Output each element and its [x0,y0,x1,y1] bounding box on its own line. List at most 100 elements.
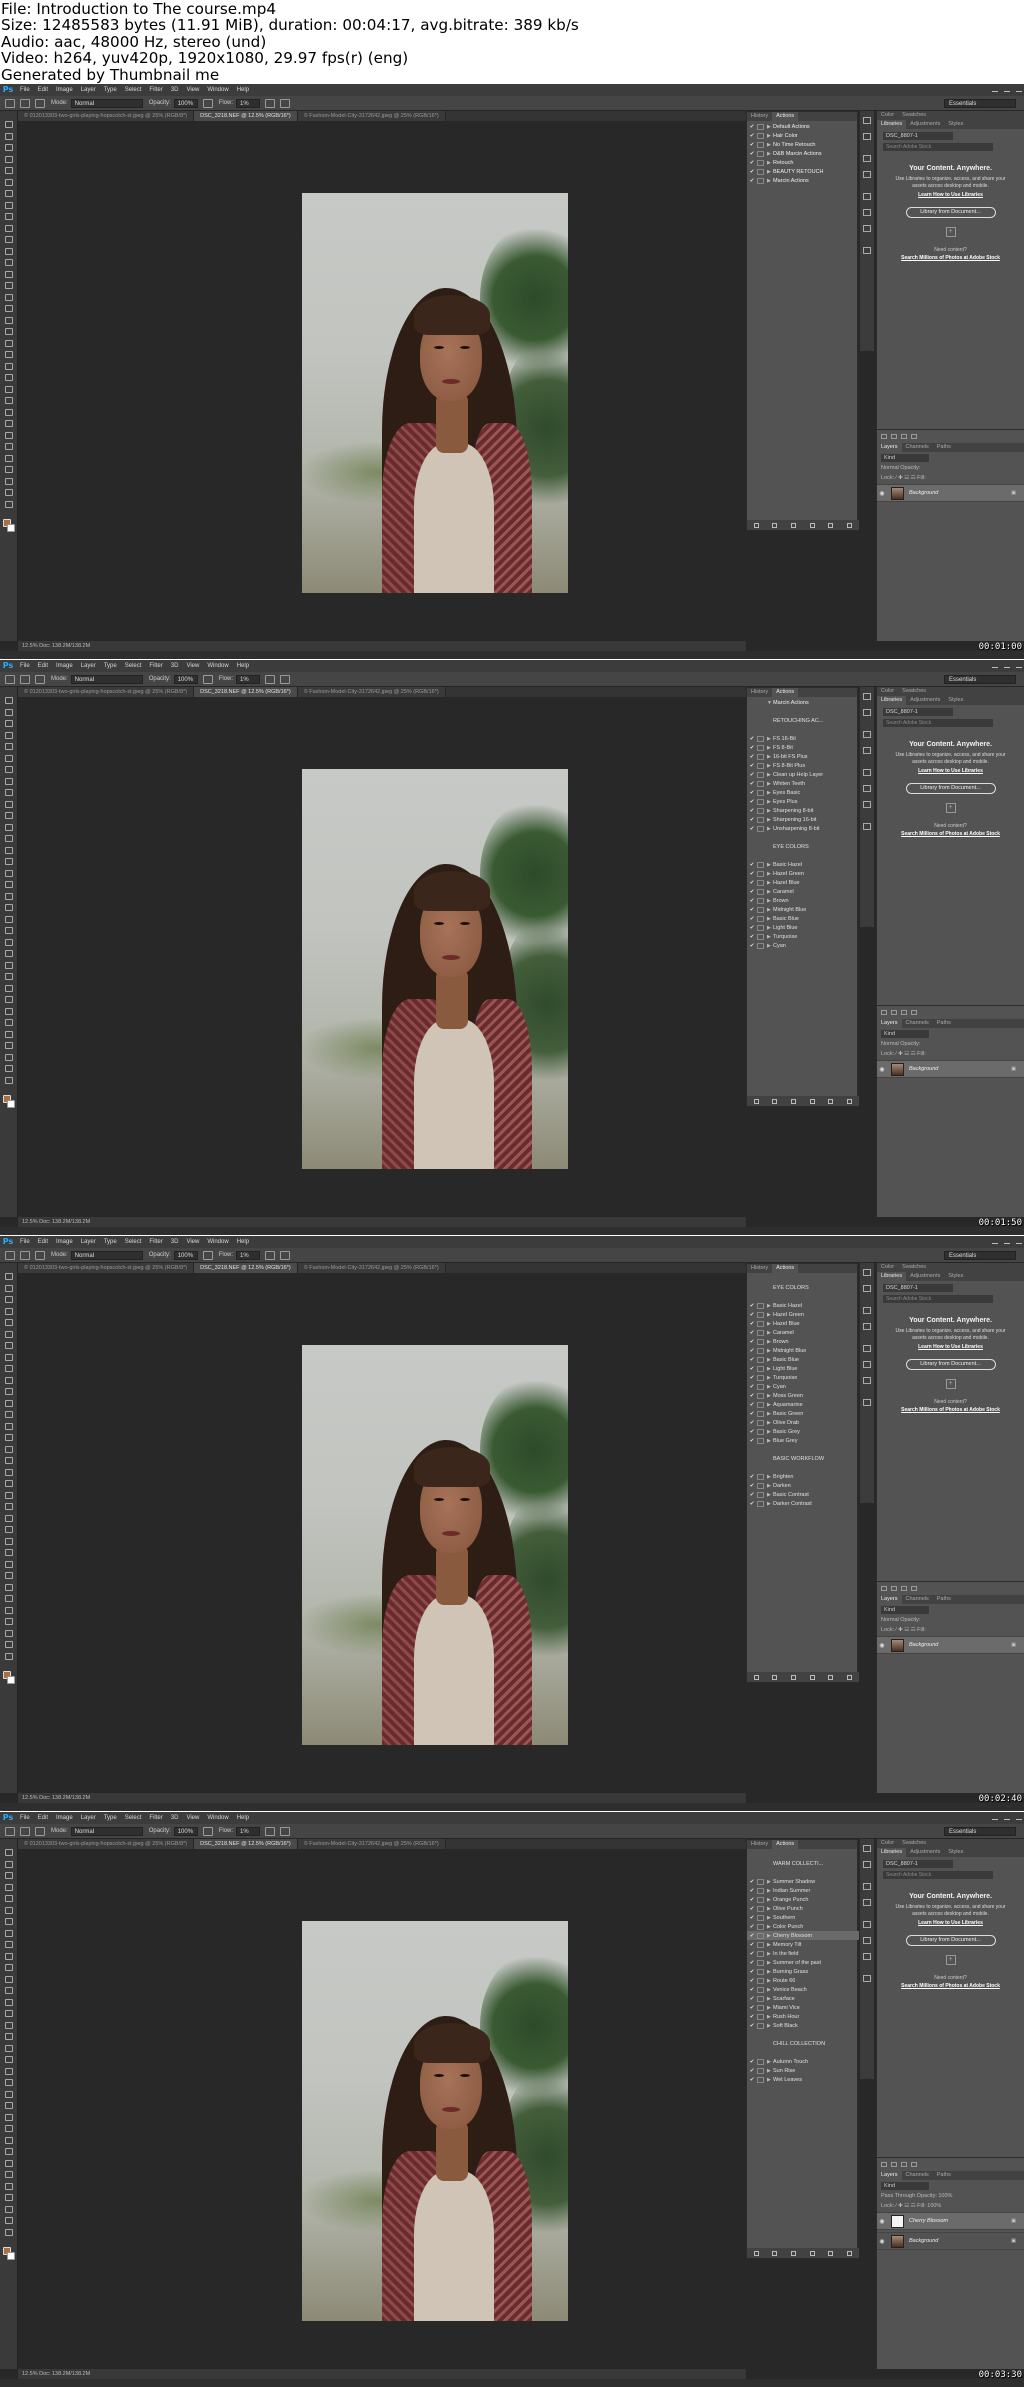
dialog-toggle-icon[interactable] [757,861,764,868]
record-icon[interactable] [772,2250,778,2256]
library-from-document-button[interactable]: Library from Document... [905,207,996,218]
tool-icon[interactable] [5,1019,13,1026]
action-row[interactable]: EYE COLORS [747,1283,859,1292]
pressure-opacity-icon[interactable] [202,1826,213,1836]
tool-icon[interactable] [5,1342,13,1349]
background-color-swatch[interactable] [7,1100,15,1108]
tool-icon[interactable] [5,800,13,808]
tool-icon[interactable] [5,1987,13,1994]
dialog-toggle-icon[interactable] [757,1923,764,1930]
tool-icon[interactable] [5,167,13,174]
action-row[interactable] [747,1868,859,1877]
dialog-toggle-icon[interactable] [757,1968,764,1975]
dialog-toggle-icon[interactable] [757,1896,764,1903]
new-action-icon[interactable] [828,522,834,528]
tool-icon[interactable] [5,443,13,450]
stock-search-input[interactable]: Search Adobe Stock [883,1871,993,1879]
portrait-photo[interactable] [302,769,568,1169]
dialog-toggle-icon[interactable] [757,2022,764,2029]
action-row[interactable] [747,833,859,842]
tool-icon[interactable] [5,2021,13,2029]
action-checkmark-icon[interactable]: ✔ [747,1960,757,1966]
action-row[interactable]: ✔ ▶ Midnight Blue [747,905,859,914]
info-icon[interactable] [863,171,871,178]
tool-icon[interactable] [5,892,13,900]
paragraph-icon[interactable] [863,1921,871,1928]
tool-icon[interactable] [5,1514,13,1522]
tab-adjustments[interactable]: Adjustments [906,696,944,705]
tab-dsc-3218[interactable]: DSC_3218.NEF @ 12.5% (RGB/16*) [194,111,298,121]
dialog-toggle-icon[interactable] [757,924,764,931]
tool-icon[interactable] [5,1273,13,1280]
cc-learn-link[interactable]: Learn How to Use Libraries [877,1920,1024,1926]
close-icon[interactable] [1016,662,1022,668]
properties-icon[interactable] [863,731,871,738]
tab-libraries[interactable]: Libraries [877,696,907,705]
tool-icon[interactable] [5,927,13,934]
action-row[interactable]: ✔ ▶ Cyan [747,1382,859,1391]
tool-icon[interactable] [5,812,13,819]
tool-icon[interactable] [5,420,13,427]
tool-icon[interactable] [5,2056,13,2063]
tool-icon[interactable] [5,973,13,980]
dialog-toggle-icon[interactable] [757,168,764,175]
add-content-icon[interactable]: + [945,1955,956,1965]
close-icon[interactable] [1016,1814,1022,1820]
stock-search-input[interactable]: Search Adobe Stock [883,719,993,727]
action-checkmark-icon[interactable]: ✔ [747,1951,757,1957]
adobe-stock-link[interactable]: Search Millions of Photos at Adobe Stock [877,255,1024,261]
new-set-icon[interactable] [809,2250,815,2256]
visibility-eye-icon[interactable]: ◉ [877,2218,887,2225]
tool-icon[interactable] [5,2079,13,2086]
tab-adjustments[interactable]: Adjustments [906,1272,944,1281]
tool-icon[interactable] [5,1468,13,1476]
dialog-toggle-icon[interactable] [757,915,764,922]
tab-styles[interactable]: Styles [944,1272,967,1281]
dialog-toggle-icon[interactable] [757,1887,764,1894]
action-row[interactable]: ✔ ▶ FS 8-Bit Plus [747,761,859,770]
action-checkmark-icon[interactable]: ✔ [747,1375,757,1381]
dialog-toggle-icon[interactable] [757,906,764,913]
dialog-toggle-icon[interactable] [757,1329,764,1336]
action-checkmark-icon[interactable]: ✔ [747,1483,757,1489]
library-from-document-button[interactable]: Library from Document... [905,783,996,794]
action-row[interactable]: ✔ ▶ In the field [747,1949,859,1958]
action-checkmark-icon[interactable]: ✔ [747,898,757,904]
dialog-toggle-icon[interactable] [757,177,764,184]
layer-row[interactable]: ◉ Background ▣ [877,484,1024,502]
tool-icon[interactable] [5,305,13,312]
menu-file[interactable]: File [16,1236,34,1248]
tab-swatches[interactable]: Swatches [898,1263,930,1272]
tool-icon[interactable] [5,213,13,220]
new-action-icon[interactable] [828,1098,834,1104]
visibility-eye-icon[interactable]: ◉ [877,490,887,497]
action-row[interactable]: ✔ ▶ Eyes Plus [747,797,859,806]
brush-preset-icon[interactable] [20,98,30,108]
dialog-toggle-icon[interactable] [757,1878,764,1885]
tool-icon[interactable] [5,2113,13,2121]
background-color-swatch[interactable] [7,524,15,532]
stop-icon[interactable] [753,522,759,528]
action-checkmark-icon[interactable]: ✔ [747,142,757,148]
workspace-select[interactable]: Essentials [944,1251,1016,1260]
stop-icon[interactable] [753,1674,759,1680]
brush-tool-icon[interactable] [5,1826,15,1836]
character-icon[interactable] [863,785,871,792]
tool-icon[interactable] [5,1284,13,1292]
cc-learn-link[interactable]: Learn How to Use Libraries [877,768,1024,774]
action-row[interactable]: ✔ ▶ Memory Tilt [747,1940,859,1949]
dialog-toggle-icon[interactable] [757,1482,764,1489]
action-set-row[interactable]: ✔ ▶ No Time Retouch [747,140,859,149]
tool-icon[interactable] [5,259,13,266]
tool-icon[interactable] [5,1537,13,1545]
cc-brush-icon[interactable] [891,434,897,439]
action-row[interactable]: ✔ ▶ FS 16-Bit [747,734,859,743]
tab-layers[interactable]: Layers [877,2171,902,2180]
tab-dsc-3218[interactable]: DSC_3218.NEF @ 12.5% (RGB/16*) [194,1839,298,1849]
layer-filter-kind[interactable]: Kind [881,1606,929,1614]
menu-image[interactable]: Image [52,660,77,672]
dialog-toggle-icon[interactable] [757,1428,764,1435]
maximize-icon[interactable] [1004,86,1010,92]
dialog-toggle-icon[interactable] [757,1356,764,1363]
tool-icon[interactable] [5,1883,13,1891]
